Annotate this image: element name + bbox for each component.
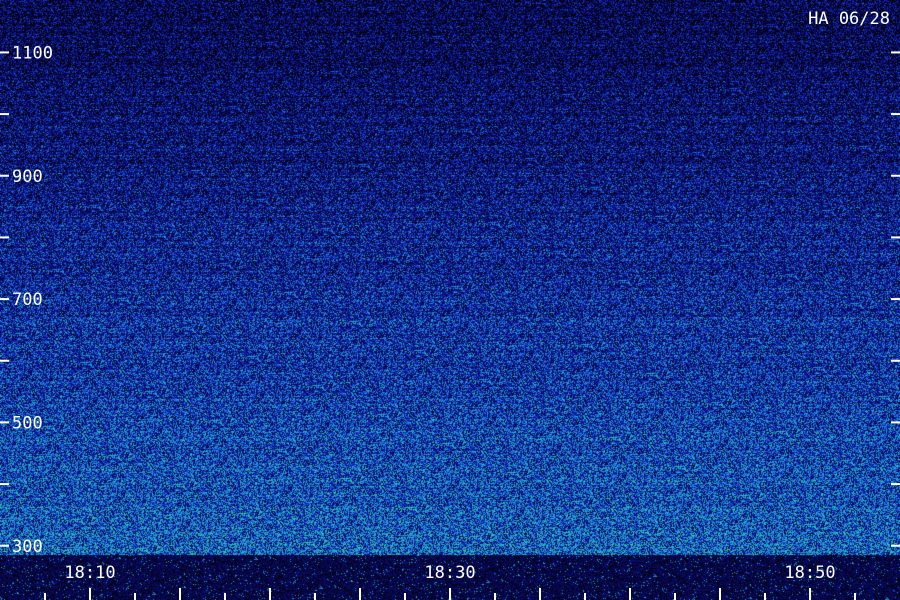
y-tick-label: 300 [12,537,43,557]
y-tick-label: 1100 [12,43,53,63]
x-tick-label: 18:50 [784,563,835,583]
y-tick-label: 700 [12,290,43,310]
y-tick-label: 900 [12,167,43,187]
axes-overlay: 1100 900 700 500 300 18:10 18:30 18:50 HA 06/2… [0,9,900,600]
spectrogram-panel: 1100 900 700 500 300 18:10 18:30 18:50 HA 06/2… [0,0,900,600]
y-tick-label: 500 [12,413,43,433]
x-tick-label: 18:10 [64,563,115,583]
x-tick-label: 18:30 [424,563,475,583]
chart-title: HA 06/28 [808,9,890,29]
